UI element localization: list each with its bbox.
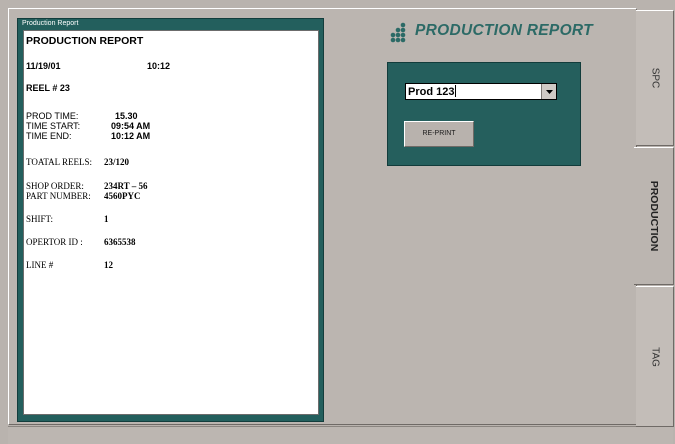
operator-value: 6365538 [104,237,136,247]
shop-order-label: SHOP ORDER: [26,181,84,191]
shop-order-value: 234RT – 56 [104,181,148,191]
product-select-text: Prod 123 [408,86,455,98]
line-label: LINE # [26,260,54,270]
shift-value: 1 [104,214,109,224]
page-title: PRODUCTION REPORT [415,22,593,39]
time-start-value: 09:54 AM [111,121,151,131]
status-strip [8,426,673,444]
control-panel: Prod 123 RE-PRINT [387,62,581,166]
line-value: 12 [104,260,113,270]
part-number-label: PART NUMBER: [26,191,91,201]
chevron-down-icon [545,89,553,94]
report-date: 11/19/01 [26,61,61,71]
report-heading: PRODUCTION REPORT [26,35,144,47]
report-reel: REEL # 23 [26,83,70,93]
shift-label: SHIFT: [26,214,54,224]
time-start-label: TIME START: [26,121,81,131]
part-number-value: 4560PYC [104,191,141,201]
dots-logo-icon [388,22,408,44]
tab-tag-label: TAG [649,346,660,367]
tab-spc-label: SPC [649,67,660,89]
total-reels-value: 23/120 [104,157,130,167]
operator-label: OPERTOR ID : [26,237,83,247]
tab-spc[interactable]: SPC [636,10,674,146]
prod-time-label: PROD TIME: [26,111,79,121]
time-end-label: TIME END: [26,131,72,141]
product-select-value: Prod 123 [408,85,457,98]
product-select[interactable]: Prod 123 [405,83,557,100]
report-page: PRODUCTION REPORT 11/19/01 10:12 REEL # … [23,30,319,415]
text-caret [455,85,457,97]
report-window: Production Report PRODUCTION REPORT 11/1… [17,18,324,422]
report-window-title: Production Report [22,20,79,27]
dropdown-arrow-button[interactable] [541,84,556,99]
time-end-value: 10:12 AM [111,131,151,141]
prod-time-value: 15.30 [115,111,138,121]
reprint-button[interactable]: RE-PRINT [404,121,474,147]
report-time: 10:12 [147,61,171,71]
tab-production[interactable]: PRODUCTION [634,147,674,285]
total-reels-label: TOATAL REELS: [26,157,93,167]
tab-tag[interactable]: TAG [636,286,674,427]
tab-production-label: PRODUCTION [647,180,660,252]
